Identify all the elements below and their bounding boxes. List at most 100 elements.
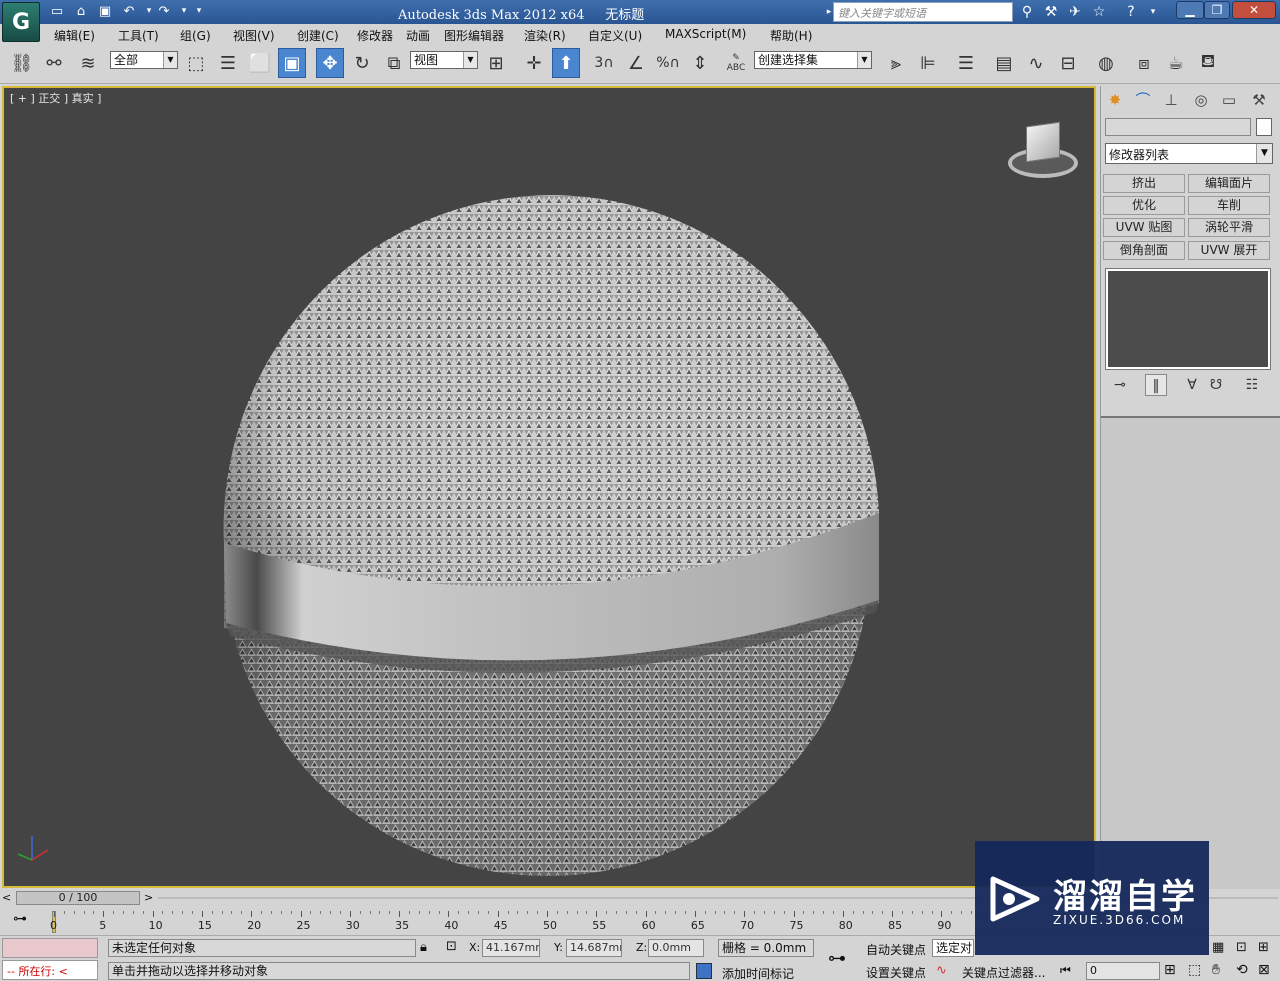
configure-modifier-sets-icon[interactable]: ☷ <box>1241 374 1263 396</box>
open-file-icon[interactable]: ⌂ <box>72 3 90 20</box>
menu-edit[interactable]: 编辑(E) <box>54 27 95 44</box>
zoom-extents-icon[interactable]: ⊡ <box>1236 940 1247 955</box>
set-key-button[interactable]: 设置关键点 <box>866 964 926 981</box>
make-unique-icon[interactable]: ∀ <box>1181 374 1203 396</box>
new-file-icon[interactable]: ▭ <box>48 3 66 20</box>
angle-snap-icon[interactable]: ∠ <box>622 48 650 78</box>
menu-help[interactable]: 帮助(H) <box>770 27 812 44</box>
menu-modifiers[interactable]: 修改器 <box>357 27 393 44</box>
keyboard-shortcut-override-icon[interactable]: ⬆ <box>552 48 580 78</box>
create-tab-icon[interactable]: ✸ <box>1103 88 1127 112</box>
perspective-viewport[interactable]: [ + ] 正交 ] 真实 ] <box>2 86 1096 888</box>
time-tag-icon[interactable] <box>696 963 712 979</box>
favorites-star-icon[interactable]: ☆ <box>1088 2 1110 22</box>
menu-tools[interactable]: 工具(T) <box>118 27 159 44</box>
select-by-name-icon[interactable]: ☰ <box>214 48 242 78</box>
minimize-button[interactable]: ▁ <box>1176 1 1204 19</box>
maxscript-line-field[interactable]: -- 所在行: < <box>2 960 98 980</box>
manipulate-icon[interactable]: ✛ <box>520 48 548 78</box>
pivot-center-icon[interactable]: ⊞ <box>482 48 510 78</box>
menu-rendering[interactable]: 渲染(R) <box>524 27 566 44</box>
maximize-viewport-icon[interactable]: ⊠ <box>1258 962 1270 978</box>
key-mode-icon[interactable]: ∿ <box>936 963 947 978</box>
zoom-all-icon[interactable]: ▦ <box>1212 940 1224 955</box>
maxscript-listener-field[interactable] <box>2 938 98 958</box>
schematic-view-icon[interactable]: ⊟ <box>1054 48 1082 78</box>
search-input[interactable]: 键入关键字或短语 <box>833 2 1013 22</box>
menu-graph-editors[interactable]: 图形编辑器 <box>444 27 504 44</box>
render-setup-icon[interactable]: ⧈ <box>1130 48 1158 78</box>
select-and-rotate-icon[interactable]: ↻ <box>348 48 376 78</box>
auto-key-button[interactable]: 自动关键点 <box>866 941 926 958</box>
unlink-icon[interactable]: ⚯ <box>40 48 68 78</box>
modify-tab-icon[interactable]: ⌒ <box>1131 88 1155 112</box>
time-slider-prev-icon[interactable]: < <box>2 891 11 904</box>
render-production-icon[interactable]: ⛾ <box>1194 48 1222 78</box>
menu-animation[interactable]: 动画 <box>406 27 430 44</box>
modifier-stack-list[interactable] <box>1105 268 1271 370</box>
maximize-button[interactable]: ❐ <box>1204 1 1230 19</box>
menu-create[interactable]: 创建(C) <box>297 27 339 44</box>
align-icon[interactable]: ⊫ <box>914 48 942 78</box>
modifier-edit-patch-button[interactable]: 编辑面片 <box>1188 174 1270 193</box>
subscription-icon[interactable]: ⚒ <box>1040 2 1062 22</box>
select-and-move-icon[interactable]: ✥ <box>316 48 344 78</box>
modifier-optimize-button[interactable]: 优化 <box>1103 196 1185 215</box>
help-dropdown-icon[interactable]: ▾ <box>1142 2 1164 22</box>
binoculars-icon[interactable]: ⚲ <box>1016 2 1038 22</box>
pan-hand-icon[interactable]: ✋︎ <box>1212 962 1220 978</box>
communication-icon[interactable]: ✈ <box>1064 2 1086 22</box>
undo-icon[interactable]: ↶ <box>120 3 138 20</box>
key-mode-toggle-icon[interactable]: ⏮ <box>1060 963 1071 978</box>
add-time-tag-button[interactable]: 添加时间标记 <box>722 965 794 981</box>
material-editor-icon[interactable]: ◍ <box>1092 48 1120 78</box>
time-slider-next-icon[interactable]: > <box>144 891 153 904</box>
mirror-icon[interactable]: ⫸ <box>882 48 910 78</box>
set-key-icon[interactable]: ⊶ <box>828 948 846 969</box>
menu-maxscript[interactable]: MAXScript(M) <box>665 27 746 41</box>
modifier-turbosmooth-button[interactable]: 涡轮平滑 <box>1188 218 1270 237</box>
window-crossing-icon[interactable]: ▣ <box>278 48 306 78</box>
bind-space-warp-icon[interactable]: ≋ <box>74 48 102 78</box>
utilities-tab-icon[interactable]: ⚒ <box>1247 88 1271 112</box>
pin-stack-icon[interactable]: ⊸ <box>1109 374 1131 396</box>
frame-ruler[interactable]: 0 5 10 15 20 25 30 35 40 45 50 55 60 65 70 75 80 85 90 <box>40 911 982 933</box>
key-filters-button[interactable]: 关键点过滤器... <box>962 964 1045 981</box>
rendered-frame-window-icon[interactable]: ☕ <box>1162 48 1190 78</box>
save-icon[interactable]: ▣ <box>96 3 114 20</box>
menu-views[interactable]: 视图(V) <box>233 27 275 44</box>
x-coordinate-field[interactable]: 41.167mm <box>482 939 540 957</box>
mini-curve-editor-icon[interactable]: ⊶ <box>8 911 32 931</box>
modifier-extrude-button[interactable]: 挤出 <box>1103 174 1185 193</box>
close-button[interactable]: ✕ <box>1232 1 1276 19</box>
curve-editor-icon[interactable]: ∿ <box>1022 48 1050 78</box>
link-icon[interactable]: ⛓ <box>8 48 36 78</box>
time-config-icon[interactable]: ⊞ <box>1164 962 1176 978</box>
named-selection-dropdown[interactable]: 创建选择集 ▼ <box>754 51 872 69</box>
zoom-region-icon[interactable]: ⬚ <box>1188 962 1201 978</box>
modifier-lathe-button[interactable]: 车削 <box>1188 196 1270 215</box>
snaps-toggle-icon[interactable]: 3 ∩ <box>590 48 618 78</box>
select-object-icon[interactable]: ⬚ <box>182 48 210 78</box>
selection-filter-dropdown[interactable]: 全部 ▼ <box>110 51 178 69</box>
current-frame-field[interactable]: 0 <box>1086 962 1160 980</box>
help-icon[interactable]: ? <box>1120 2 1142 22</box>
absolute-mode-icon[interactable]: ⊡ <box>446 939 457 954</box>
modifier-list-dropdown[interactable]: 修改器列表 ▼ <box>1105 143 1273 164</box>
modifier-unwrap-uvw-button[interactable]: UVW 展开 <box>1188 241 1270 260</box>
rectangular-selection-icon[interactable]: ⬜ <box>246 48 274 78</box>
remove-modifier-icon[interactable]: ☋ <box>1205 374 1227 396</box>
object-color-swatch[interactable] <box>1256 118 1272 136</box>
modifier-uvw-map-button[interactable]: UVW 贴图 <box>1103 218 1185 237</box>
quick-access-menu-icon[interactable]: ▾ <box>190 3 208 20</box>
orbit-icon[interactable]: ⟲ <box>1236 962 1248 978</box>
zoom-extents-all-icon[interactable]: ⊞ <box>1258 940 1269 955</box>
key-selection-dropdown[interactable]: 选定对 <box>932 939 974 957</box>
app-logo-button[interactable]: G <box>2 2 40 42</box>
selection-lock-icon[interactable]: 🔒︎ <box>420 940 427 955</box>
redo-icon[interactable]: ↷ <box>155 3 173 20</box>
menu-customize[interactable]: 自定义(U) <box>588 27 642 44</box>
viewcube-box[interactable] <box>1026 121 1060 163</box>
select-and-scale-icon[interactable]: ⧉ <box>380 48 408 78</box>
percent-snap-icon[interactable]: % ∩ <box>654 48 682 78</box>
